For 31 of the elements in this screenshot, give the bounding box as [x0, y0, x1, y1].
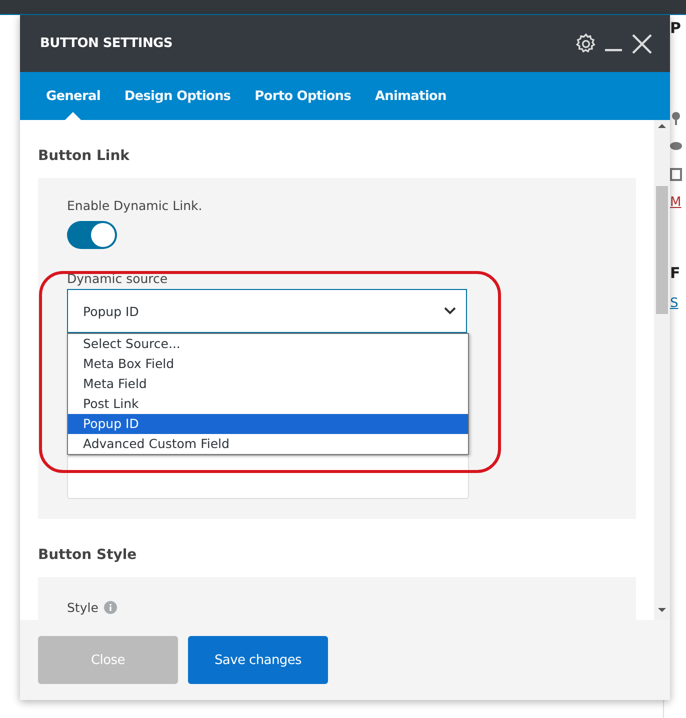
field-label: Dynamic source: [67, 271, 169, 286]
save-button[interactable]: Save changes: [188, 636, 328, 684]
field-label: Enable Dynamic Link.: [67, 198, 204, 213]
section-heading: Button Style: [38, 547, 138, 563]
panel-heading: F: [670, 264, 682, 282]
settings-icon[interactable]: [574, 32, 598, 56]
dialog-title: BUTTON SETTINGS: [40, 36, 172, 51]
close-icon[interactable]: [630, 32, 654, 56]
field-label: Style: [67, 600, 98, 615]
dropdown-option[interactable]: Popup ID: [68, 414, 468, 434]
tab[interactable]: General: [37, 72, 110, 120]
eye-icon: [670, 139, 682, 153]
tab[interactable]: Design Options: [115, 72, 240, 120]
chevron-down-icon: [444, 307, 456, 315]
dropdown-option[interactable]: Advanced Custom Field: [68, 434, 468, 454]
dropdown-option[interactable]: Post Link: [68, 394, 468, 414]
side-link[interactable]: S: [670, 296, 686, 311]
pin-icon: [670, 111, 682, 125]
select-field[interactable]: Popup ID: [67, 289, 467, 333]
dropdown-option[interactable]: Meta Field: [68, 374, 468, 394]
panel-heading: P: [670, 19, 682, 37]
tab[interactable]: Animation: [366, 72, 456, 120]
dropdown-option[interactable]: Select Source...: [68, 334, 468, 354]
tab[interactable]: Porto Options: [246, 72, 360, 120]
input-field[interactable]: [67, 455, 469, 499]
calendar-icon: [670, 167, 682, 181]
toggle-switch[interactable]: [67, 221, 117, 249]
section-heading: Button Link: [38, 148, 130, 164]
side-link[interactable]: M: [670, 195, 686, 210]
dropdown-option[interactable]: Meta Box Field: [68, 354, 468, 374]
scrollbar[interactable]: [654, 120, 670, 620]
